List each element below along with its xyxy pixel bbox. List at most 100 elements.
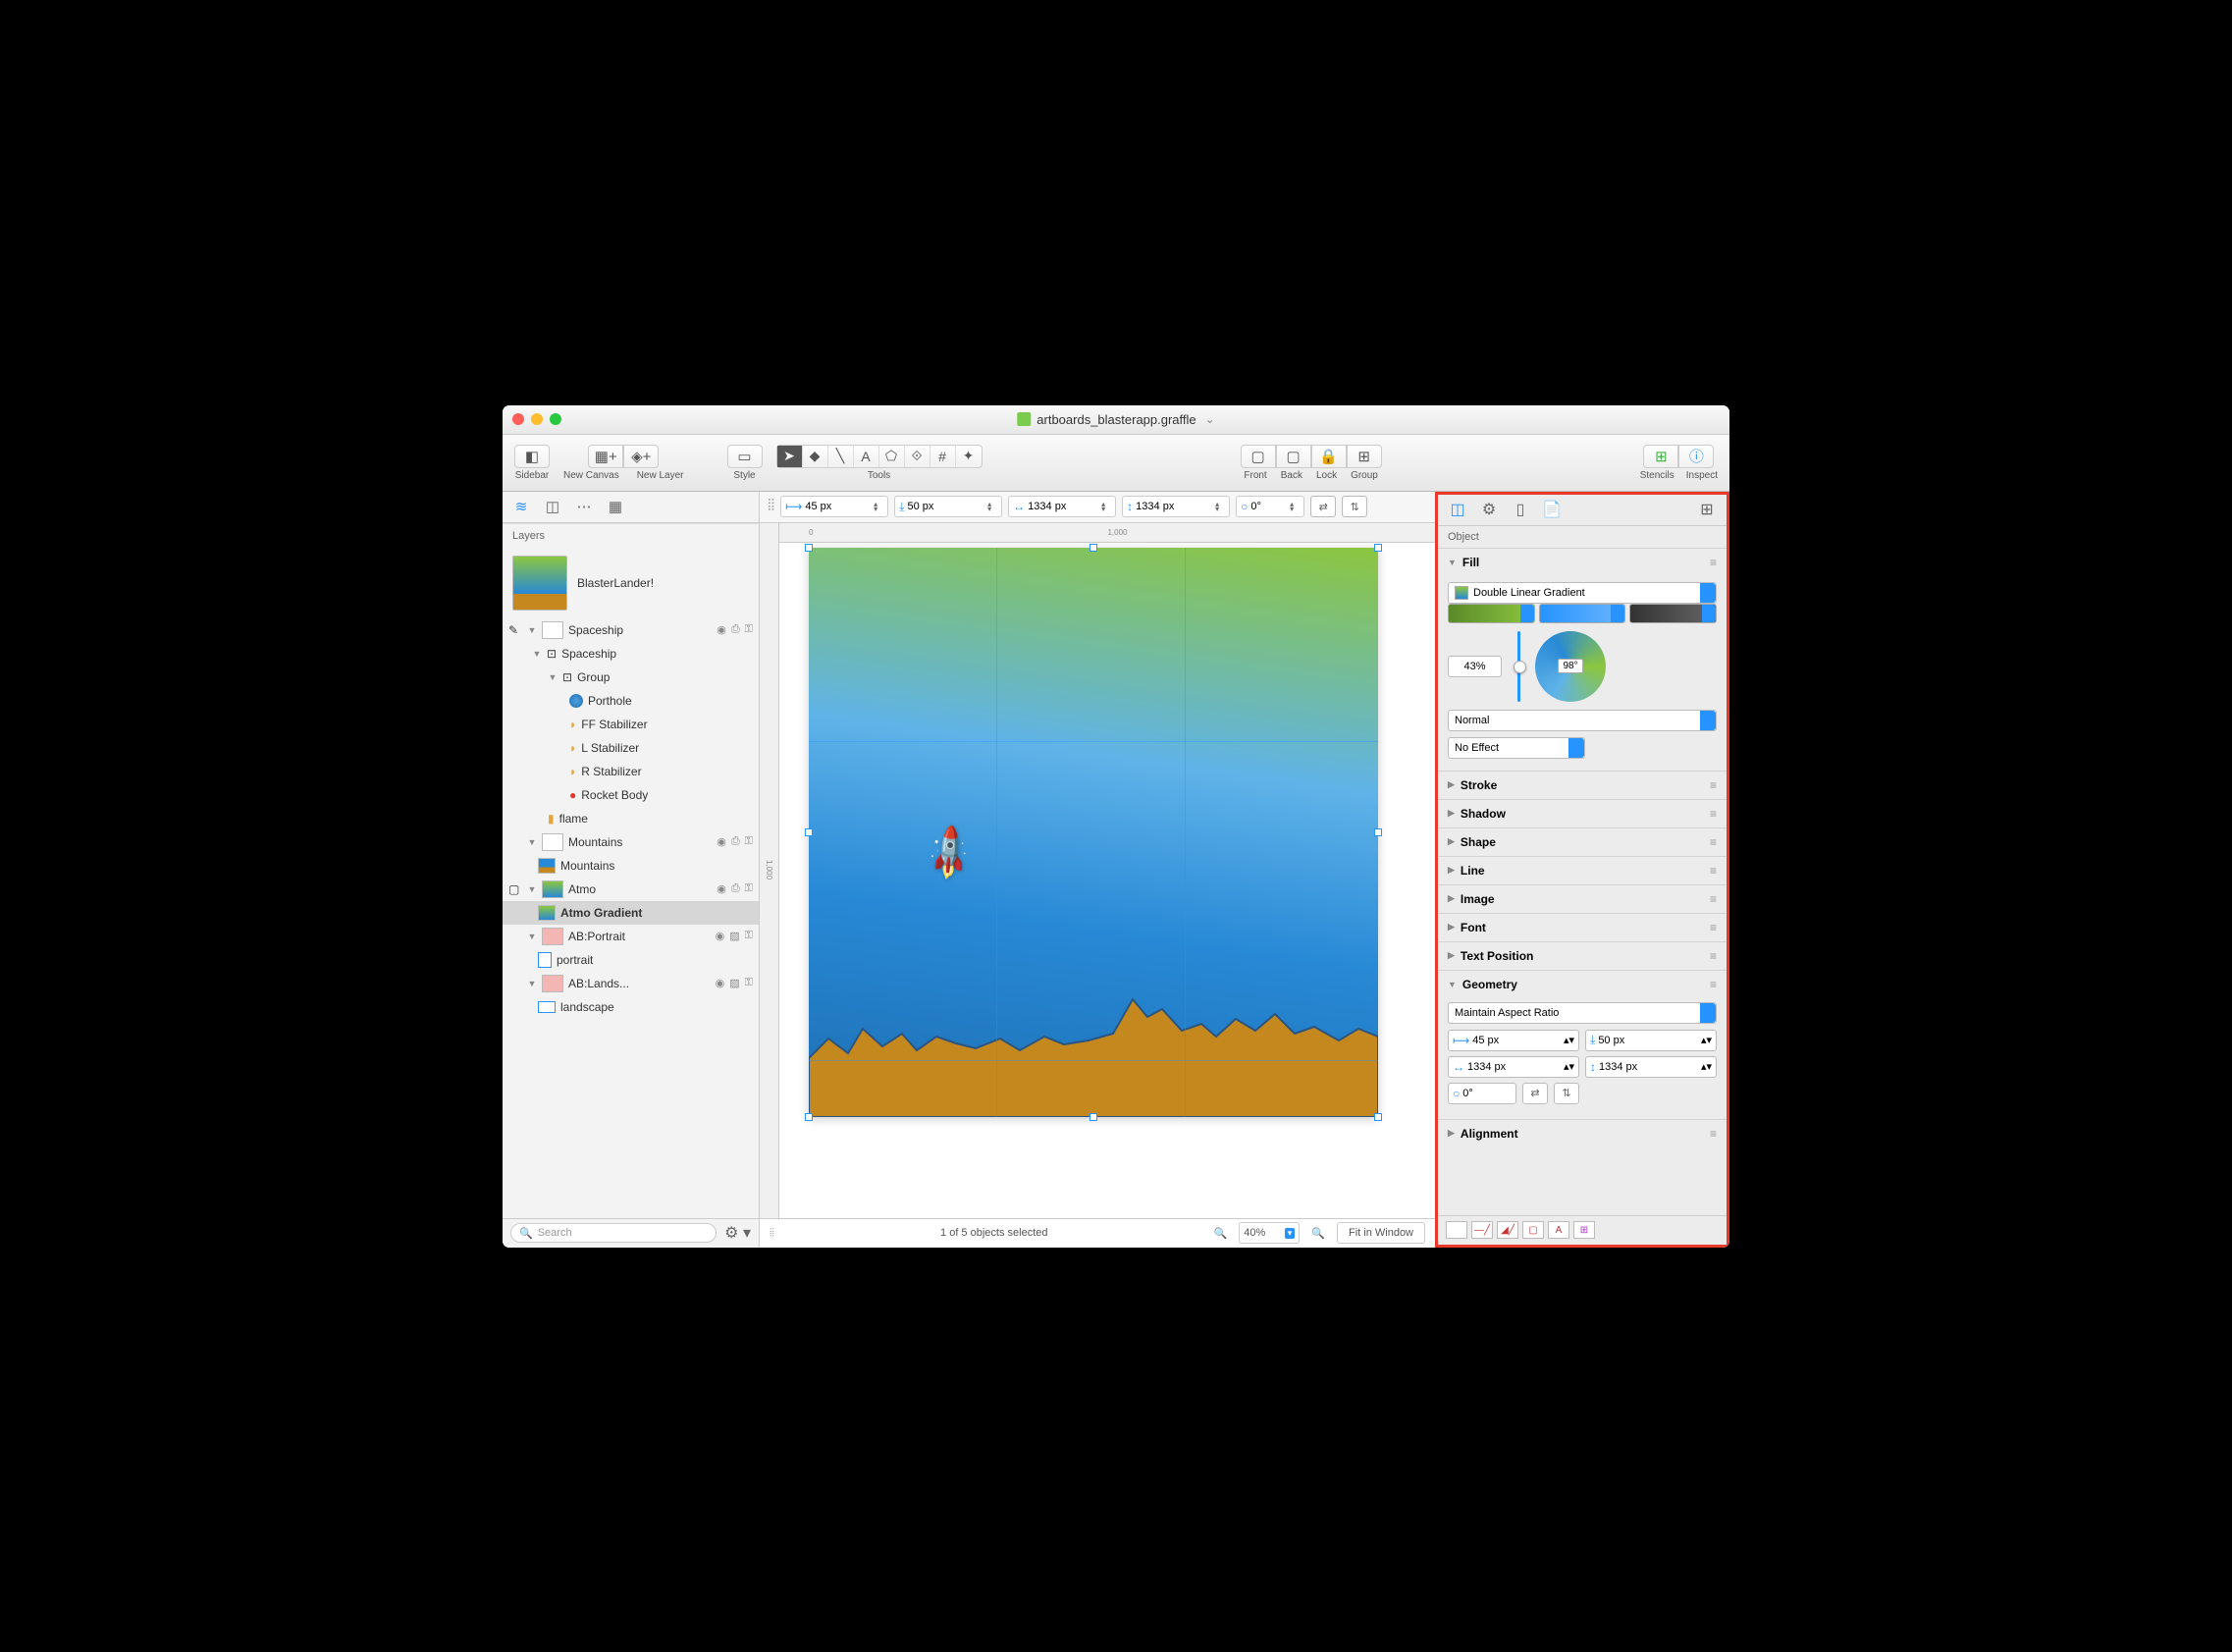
style-well-textpos[interactable]: ⊞: [1573, 1221, 1595, 1239]
textpos-section-header[interactable]: ▶Text Position≡: [1438, 942, 1727, 970]
layer-item[interactable]: ▮flame: [503, 807, 759, 830]
layer-item[interactable]: ▼⊡Group: [503, 666, 759, 689]
layer-item[interactable]: Porthole: [503, 689, 759, 713]
guides-tab-icon[interactable]: ◫: [544, 498, 561, 515]
geo-h-field[interactable]: ↕1334 px▴▾: [1585, 1056, 1717, 1078]
zoom-select[interactable]: 40%▾: [1239, 1222, 1300, 1244]
back-button[interactable]: ▢: [1276, 445, 1311, 468]
geometry-section-header[interactable]: ▼Geometry≡: [1438, 971, 1727, 998]
pen-tool-icon[interactable]: ⬠: [879, 446, 905, 467]
hamburger-icon[interactable]: ≡: [1710, 556, 1717, 569]
font-section-header[interactable]: ▶Font≡: [1438, 914, 1727, 941]
flip-v-button[interactable]: ⇅: [1554, 1083, 1579, 1104]
layer-ab-portrait[interactable]: ▼ AB:Portrait ◉▨⚿: [503, 925, 759, 948]
style-well-shape[interactable]: ▢: [1522, 1221, 1544, 1239]
gradient-angle-wheel[interactable]: 98°: [1535, 631, 1606, 702]
shape-section-header[interactable]: ▶Shape≡: [1438, 828, 1727, 856]
properties-tab-icon[interactable]: ⚙: [1479, 500, 1499, 519]
document-title[interactable]: artboards_blasterapp.graffle: [1017, 412, 1214, 427]
layers-tab-icon[interactable]: ≋: [512, 498, 530, 515]
text-tool-icon[interactable]: A: [854, 446, 879, 467]
geo-y-field[interactable]: ⤓50 px▴▾: [1585, 1030, 1717, 1051]
y-field[interactable]: ⤓50 px▴▾: [894, 496, 1002, 517]
alignment-section-header[interactable]: ▶Alignment≡: [1438, 1120, 1727, 1147]
layer-mountains[interactable]: ▼ Mountains ◉⎙⚿: [503, 830, 759, 854]
geo-w-field[interactable]: ↔1334 px▴▾: [1448, 1056, 1579, 1078]
stencils-button[interactable]: ⊞: [1643, 445, 1678, 468]
layer-item[interactable]: ◗R Stabilizer: [503, 760, 759, 783]
gradient-slider[interactable]: [1514, 631, 1523, 702]
style-button[interactable]: ▭: [727, 445, 763, 468]
canvas[interactable]: 🚀: [809, 548, 1378, 1117]
flip-h-button[interactable]: ⇄: [1310, 496, 1336, 517]
image-section-header[interactable]: ▶Image≡: [1438, 885, 1727, 913]
sidebar-button[interactable]: ◧: [514, 445, 550, 468]
select-tool-icon[interactable]: ➤: [777, 446, 803, 467]
layer-item[interactable]: ●Rocket Body: [503, 783, 759, 807]
geo-x-field[interactable]: ⟼45 px▴▾: [1448, 1030, 1579, 1051]
object-tab-icon[interactable]: ◫: [1448, 500, 1467, 519]
line-tool-icon[interactable]: ╲: [828, 446, 854, 467]
color-stop-b[interactable]: [1539, 604, 1626, 623]
color-stop-c[interactable]: [1629, 604, 1717, 623]
new-canvas-button[interactable]: ▦+: [588, 445, 623, 468]
group-button[interactable]: ⊞: [1347, 445, 1382, 468]
gear-icon[interactable]: ⚙ ▾: [724, 1223, 751, 1243]
fill-type-select[interactable]: Double Linear Gradient: [1448, 582, 1717, 604]
style-well-text[interactable]: A: [1548, 1221, 1569, 1239]
flip-h-button[interactable]: ⇄: [1522, 1083, 1548, 1104]
w-field[interactable]: ↔1334 px▴▾: [1008, 496, 1116, 517]
layer-atmo-gradient[interactable]: Atmo Gradient: [503, 901, 759, 925]
zoom-icon[interactable]: [550, 413, 561, 425]
inspect-button[interactable]: ⓘ: [1678, 445, 1714, 468]
fit-button[interactable]: Fit in Window: [1337, 1222, 1425, 1244]
selection-tab-icon[interactable]: ▦: [607, 498, 624, 515]
stroke-section-header[interactable]: ▶Stroke≡: [1438, 772, 1727, 799]
layer-item[interactable]: ◗FF Stabilizer: [503, 713, 759, 736]
gradient-pct[interactable]: 43%: [1448, 656, 1502, 677]
flip-v-button[interactable]: ⇅: [1342, 496, 1367, 517]
lock-icon[interactable]: ⚿: [745, 623, 753, 636]
artboard-tool-icon[interactable]: #: [930, 446, 956, 467]
h-field[interactable]: ↕1334 px▴▾: [1122, 496, 1230, 517]
tool-segment[interactable]: ➤ ◆ ╲ A ⬠ ⟐ # ✦: [776, 445, 983, 468]
layer-spaceship[interactable]: ✎▼ Spaceship ◉⎙⚿: [503, 618, 759, 642]
layer-ab-landscape[interactable]: ▼ AB:Lands... ◉▨⚿: [503, 972, 759, 995]
canvas-tab-icon[interactable]: ▯: [1511, 500, 1530, 519]
lock-button[interactable]: 🔒: [1311, 445, 1347, 468]
aspect-select[interactable]: Maintain Aspect Ratio: [1448, 1002, 1717, 1024]
layer-item[interactable]: ◗L Stabilizer: [503, 736, 759, 760]
search-input[interactable]: 🔍Search: [510, 1223, 717, 1243]
color-stop-a[interactable]: [1448, 604, 1535, 623]
shadow-section-header[interactable]: ▶Shadow≡: [1438, 800, 1727, 827]
x-field[interactable]: ⟼45 px▴▾: [780, 496, 888, 517]
print-icon[interactable]: ⎙: [731, 623, 740, 636]
style-well-fill[interactable]: [1446, 1221, 1467, 1239]
layer-item[interactable]: landscape: [503, 995, 759, 1019]
line-section-header[interactable]: ▶Line≡: [1438, 857, 1727, 884]
zoom-out-icon[interactable]: 🔍: [1214, 1227, 1228, 1240]
front-button[interactable]: ▢: [1241, 445, 1276, 468]
visibility-icon[interactable]: ◉: [717, 623, 726, 636]
fill-section-header[interactable]: ▼Fill≡: [1438, 549, 1727, 576]
document-tab-icon[interactable]: 📄: [1542, 500, 1562, 519]
new-layer-button[interactable]: ◈+: [623, 445, 659, 468]
grid-icon[interactable]: ⊞: [1697, 500, 1717, 519]
point-tool-icon[interactable]: ⟐: [905, 446, 930, 467]
shape-tool-icon[interactable]: ◆: [803, 446, 828, 467]
zoom-in-icon[interactable]: 🔍: [1311, 1227, 1325, 1240]
outline-tab-icon[interactable]: ⋯: [575, 498, 593, 515]
blend-select[interactable]: Normal: [1448, 710, 1717, 731]
style-well-stroke[interactable]: —╱: [1471, 1221, 1493, 1239]
minimize-icon[interactable]: [531, 413, 543, 425]
layer-item[interactable]: portrait: [503, 948, 759, 972]
close-icon[interactable]: [512, 413, 524, 425]
geo-angle-field[interactable]: ○0°: [1448, 1083, 1516, 1104]
effect-select[interactable]: No Effect: [1448, 737, 1585, 759]
layer-atmo[interactable]: ▢▼ Atmo ◉⎙⚿: [503, 878, 759, 901]
stamp-tool-icon[interactable]: ✦: [956, 446, 982, 467]
layer-item[interactable]: ▼⊡Spaceship: [503, 642, 759, 666]
layer-item[interactable]: Mountains: [503, 854, 759, 878]
style-well-shadow[interactable]: ◢╱: [1497, 1221, 1518, 1239]
angle-field[interactable]: ○0°▴▾: [1236, 496, 1304, 517]
